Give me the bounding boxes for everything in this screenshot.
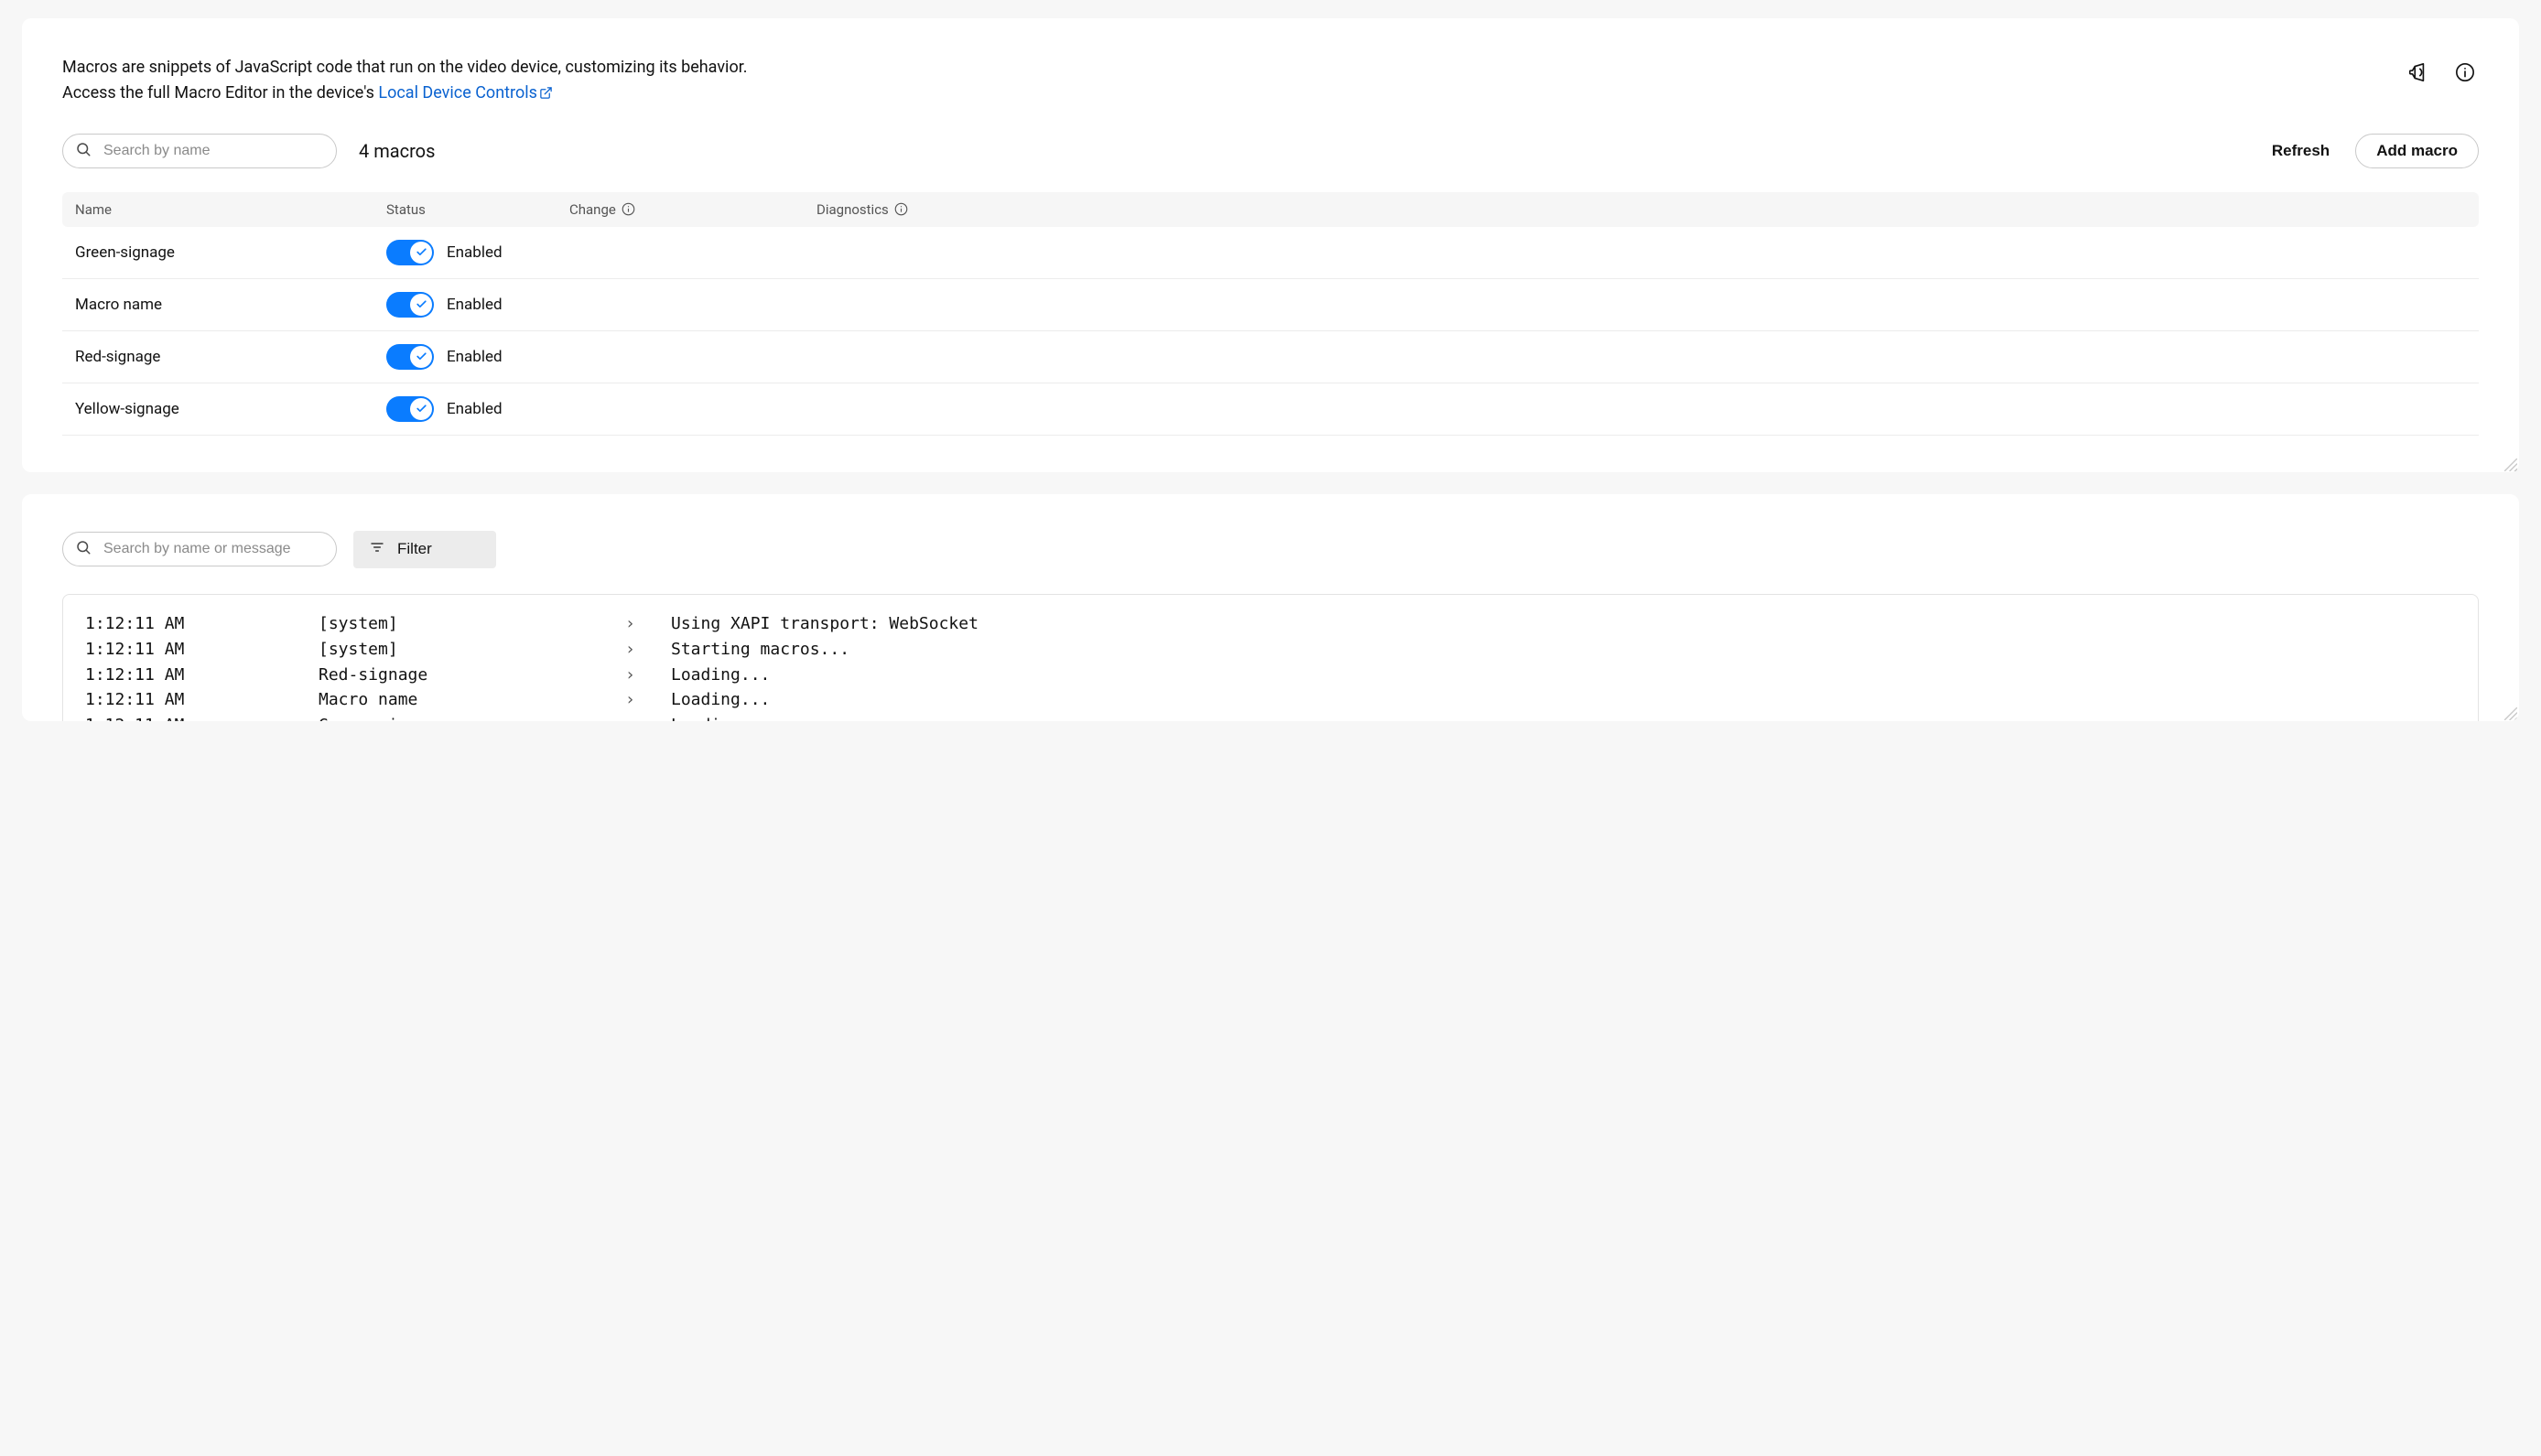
log-search-input[interactable] [62,532,337,566]
add-macro-button[interactable]: Add macro [2355,134,2479,168]
log-source: [system] [319,637,625,663]
info-button[interactable] [2451,59,2479,89]
intro-text: Macros are snippets of JavaScript code t… [62,55,1069,108]
log-row: 1:12:11 AM[system]›Using XAPI transport:… [85,611,2456,637]
status-label: Enabled [447,243,503,262]
intro-line-1: Macros are snippets of JavaScript code t… [62,55,1069,81]
log-message: Loading... [671,687,2456,713]
macro-name: Macro name [75,296,386,314]
log-toolbar: Filter [62,531,2479,568]
col-header-status: Status [386,201,569,218]
external-link-icon [539,82,553,108]
log-source: Red-signage [319,663,625,688]
log-time: 1:12:11 AM [85,637,319,663]
search-wrap [62,134,337,168]
announce-button[interactable] [2404,59,2431,89]
log-time: 1:12:11 AM [85,687,319,713]
header-actions [2404,59,2479,89]
macro-status-cell: Enabled [386,396,569,422]
search-input[interactable] [62,134,337,168]
filter-label: Filter [397,540,432,558]
col-header-name: Name [75,201,386,218]
log-row: 1:12:11 AM[system]›Starting macros... [85,637,2456,663]
col-header-change: Change [569,201,816,218]
resize-handle[interactable] [2504,458,2517,470]
chevron-right-icon: › [625,611,671,637]
info-icon[interactable] [894,202,908,216]
log-row: 1:12:11 AMRed-signage›Loading... [85,663,2456,688]
log-source: [system] [319,611,625,637]
macro-table-body: Green-signageEnabledMacro nameEnabledRed… [62,227,2479,436]
filter-icon [370,540,384,559]
log-time: 1:12:11 AM [85,611,319,637]
col-header-diagnostics-label: Diagnostics [816,201,889,218]
status-toggle[interactable] [386,292,434,318]
log-output: 1:12:11 AM[system]›Using XAPI transport:… [62,594,2479,721]
filter-button[interactable]: Filter [353,531,496,568]
log-message: Loading... [671,713,2456,720]
local-device-controls-link[interactable]: Local Device Controls [378,83,552,102]
refresh-button[interactable]: Refresh [2268,135,2333,167]
status-toggle[interactable] [386,396,434,422]
log-message: Loading... [671,663,2456,688]
log-time: 1:12:11 AM [85,663,319,688]
log-row: 1:12:11 AMMacro name›Loading... [85,687,2456,713]
chevron-right-icon: › [625,713,671,720]
status-label: Enabled [447,348,503,366]
table-row: Yellow-signage Enabled [62,383,2479,436]
log-search-wrap [62,532,337,566]
col-header-change-label: Change [569,201,616,218]
macro-status-cell: Enabled [386,240,569,265]
macros-toolbar: 4 macros Refresh Add macro [62,134,2479,168]
log-panel: Filter 1:12:11 AM[system]›Using XAPI tra… [22,494,2519,721]
macro-status-cell: Enabled [386,292,569,318]
macro-name: Green-signage [75,243,386,262]
chevron-right-icon: › [625,687,671,713]
log-source: Macro name [319,687,625,713]
log-message: Using XAPI transport: WebSocket [671,611,2456,637]
macro-name: Red-signage [75,348,386,366]
chevron-right-icon: › [625,663,671,688]
log-time: 1:12:11 AM [85,713,319,720]
macro-name: Yellow-signage [75,400,386,418]
table-row: Red-signage Enabled [62,331,2479,383]
info-icon[interactable] [622,202,635,216]
log-source: Green-signage [319,713,625,720]
link-text: Local Device Controls [378,83,536,102]
resize-handle[interactable] [2504,706,2517,719]
intro-line-2: Access the full Macro Editor in the devi… [62,81,1069,108]
intro-line-2-prefix: Access the full Macro Editor in the devi… [62,83,378,102]
log-row: 1:12:11 AMGreen-signage›Loading... [85,713,2456,720]
log-message: Starting macros... [671,637,2456,663]
col-header-diagnostics: Diagnostics [816,201,2466,218]
macros-panel: Macros are snippets of JavaScript code t… [22,18,2519,472]
table-row: Green-signage Enabled [62,227,2479,279]
status-label: Enabled [447,400,503,418]
table-row: Macro name Enabled [62,279,2479,331]
macro-status-cell: Enabled [386,344,569,370]
status-toggle[interactable] [386,240,434,265]
status-label: Enabled [447,296,503,314]
table-header: Name Status Change Diagnostics [62,192,2479,227]
megaphone-icon [2407,62,2427,85]
info-icon [2455,62,2475,85]
macro-count: 4 macros [359,140,435,162]
status-toggle[interactable] [386,344,434,370]
chevron-right-icon: › [625,637,671,663]
